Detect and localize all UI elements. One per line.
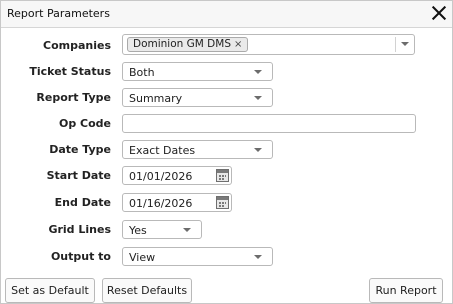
ticket-status-select[interactable]: Both (122, 62, 273, 81)
dialog-title: Report Parameters (7, 7, 110, 20)
op-code-label: Op Code (58, 117, 111, 130)
end-date-value: 01/16/2026 (129, 197, 193, 210)
start-date-value: 01/01/2026 (129, 170, 193, 183)
op-code-input[interactable] (122, 114, 416, 133)
report-type-value: Summary (129, 92, 183, 105)
company-chip-label: Dominion GM DMS (133, 38, 231, 50)
chevron-down-icon (254, 96, 262, 100)
output-to-value: View (129, 251, 156, 264)
report-type-select[interactable]: Summary (122, 88, 273, 107)
companies-multiselect[interactable]: Dominion GM DMS × (122, 34, 415, 55)
date-type-value: Exact Dates (129, 144, 196, 157)
remove-chip-icon[interactable]: × (234, 39, 242, 50)
report-type-label: Report Type (36, 91, 111, 104)
chevron-down-icon (254, 70, 262, 74)
chevron-down-icon (254, 255, 262, 259)
company-chip: Dominion GM DMS × (127, 37, 249, 52)
end-date-input[interactable]: 01/16/2026 (122, 193, 232, 212)
calendar-icon[interactable] (216, 169, 229, 182)
chevron-down-icon[interactable] (401, 42, 409, 46)
grid-lines-label: Grid Lines (48, 223, 111, 236)
dialog-titlebar: Report Parameters (1, 1, 452, 28)
set-as-default-button[interactable]: Set as Default (5, 278, 95, 303)
run-report-button[interactable]: Run Report (369, 278, 443, 303)
start-date-label: Start Date (46, 169, 111, 182)
companies-label: Companies (43, 39, 111, 52)
output-to-select[interactable]: View (122, 247, 273, 266)
grid-lines-select[interactable]: Yes (122, 220, 202, 239)
start-date-input[interactable]: 01/01/2026 (122, 166, 232, 185)
report-parameters-dialog: Report Parameters Companies Dominion GM … (0, 0, 453, 304)
ticket-status-label: Ticket Status (29, 65, 111, 78)
date-type-select[interactable]: Exact Dates (122, 140, 273, 159)
chevron-down-icon (183, 228, 191, 232)
end-date-label: End Date (54, 196, 111, 209)
multiselect-divider (395, 37, 396, 52)
close-icon[interactable] (430, 4, 448, 22)
date-type-label: Date Type (49, 143, 111, 156)
output-to-label: Output to (50, 250, 111, 263)
chevron-down-icon (254, 148, 262, 152)
calendar-icon[interactable] (216, 196, 229, 209)
reset-defaults-button[interactable]: Reset Defaults (102, 278, 192, 303)
grid-lines-value: Yes (129, 224, 147, 237)
ticket-status-value: Both (129, 66, 155, 79)
